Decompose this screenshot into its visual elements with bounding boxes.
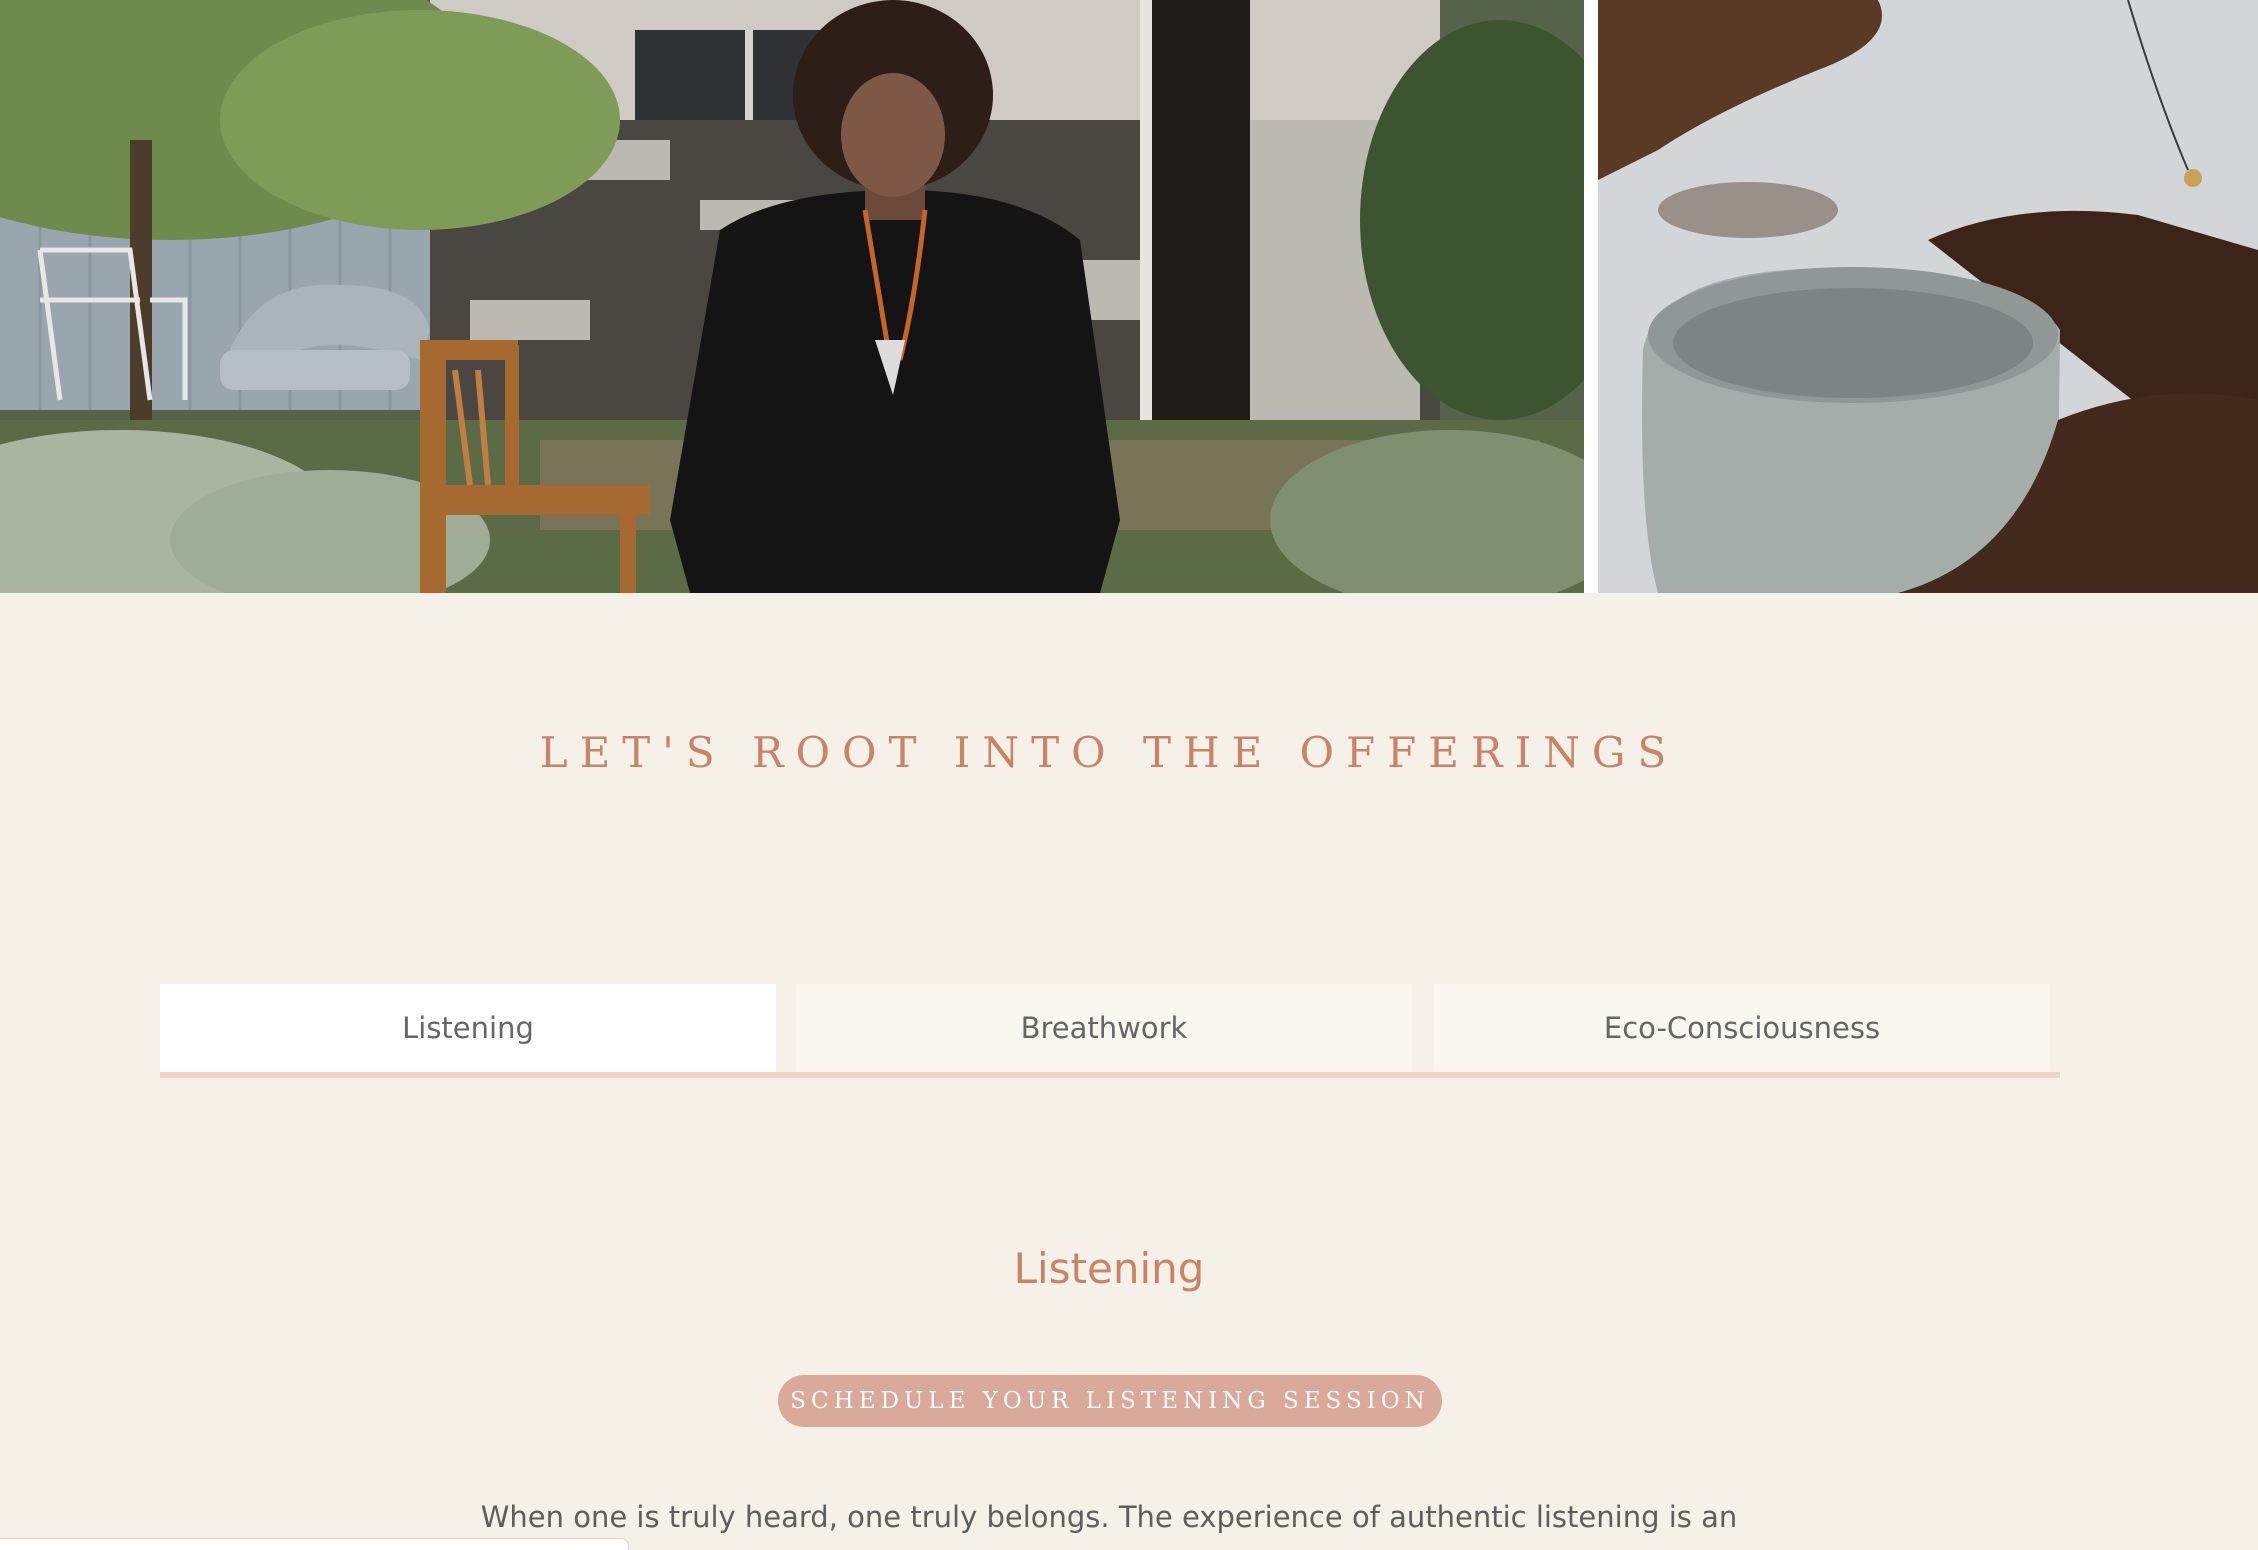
- panel-body-text: When one is truly heard, one truly belon…: [480, 1500, 1738, 1534]
- panel-heading: Listening: [1013, 1244, 1205, 1293]
- bottom-left-widget[interactable]: [0, 1538, 629, 1550]
- tab-eco-consciousness[interactable]: Eco-Consciousness: [1434, 984, 2050, 1072]
- portrait-photo-art: [0, 0, 1584, 593]
- tab-listening[interactable]: Listening: [160, 984, 776, 1072]
- cup-photo-art: [1598, 0, 2258, 593]
- portrait-photo: [0, 0, 1584, 593]
- section-title: LET'S ROOT INTO THE OFFERINGS: [539, 728, 1679, 777]
- offerings-tabs: Listening Breathwork Eco-Consciousness: [160, 984, 2060, 1078]
- schedule-session-button[interactable]: SCHEDULE YOUR LISTENING SESSION: [778, 1375, 1442, 1427]
- hero-image-strip: [0, 0, 2258, 593]
- tab-breathwork[interactable]: Breathwork: [796, 984, 1412, 1072]
- cup-photo: [1598, 0, 2258, 593]
- tabs-underline: [160, 1072, 2060, 1078]
